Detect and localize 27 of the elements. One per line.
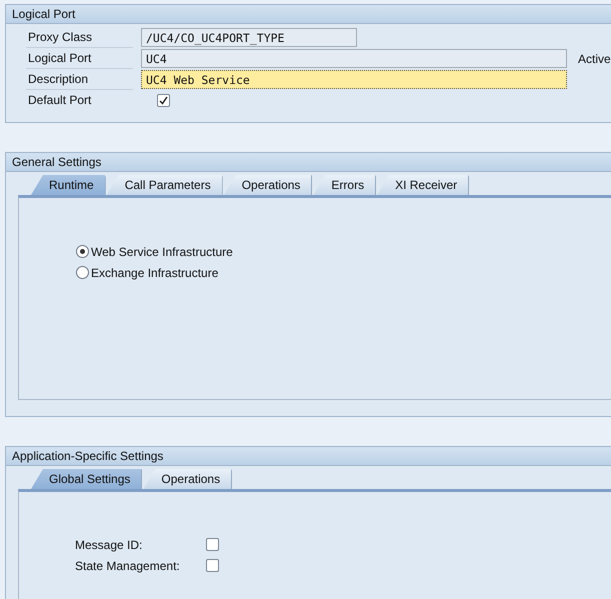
field-label: Default Port	[27, 92, 92, 109]
text-field[interactable]: /UC4/CO_UC4PORT_TYPE	[141, 28, 357, 47]
field-label: Description	[26, 70, 133, 90]
tab[interactable]: XI Receiver	[377, 175, 470, 195]
tab[interactable]: Runtime	[31, 175, 106, 195]
checkbox[interactable]	[157, 94, 170, 107]
text-field[interactable]: UC4 Web Service	[141, 70, 567, 89]
checkbox[interactable]	[206, 538, 219, 551]
text-field[interactable]: UC4	[141, 49, 567, 68]
tab[interactable]: Operations	[143, 469, 232, 489]
checkbox[interactable]	[206, 559, 219, 572]
tab[interactable]: Global Settings	[31, 469, 142, 489]
tab[interactable]: Operations	[224, 175, 312, 195]
radio-label: Exchange Infrastructure	[91, 266, 218, 280]
panel-title: General Settings	[6, 153, 611, 172]
radio-label: Web Service Infrastructure	[91, 244, 233, 258]
panel-title: Application-Specific Settings	[6, 447, 611, 466]
tab[interactable]: Errors	[313, 175, 376, 195]
field-label: Logical Port	[26, 48, 133, 68]
checkbox-label: Message ID:	[75, 538, 144, 552]
radio-button[interactable]	[76, 266, 89, 279]
checkbox-label: State Management:	[75, 558, 181, 572]
panel-title: Logical Port	[6, 5, 611, 24]
radio-button[interactable]	[76, 245, 89, 258]
tab[interactable]: Call Parameters	[106, 175, 223, 195]
status-text: Active	[578, 52, 611, 66]
field-label: Proxy Class	[26, 28, 133, 48]
